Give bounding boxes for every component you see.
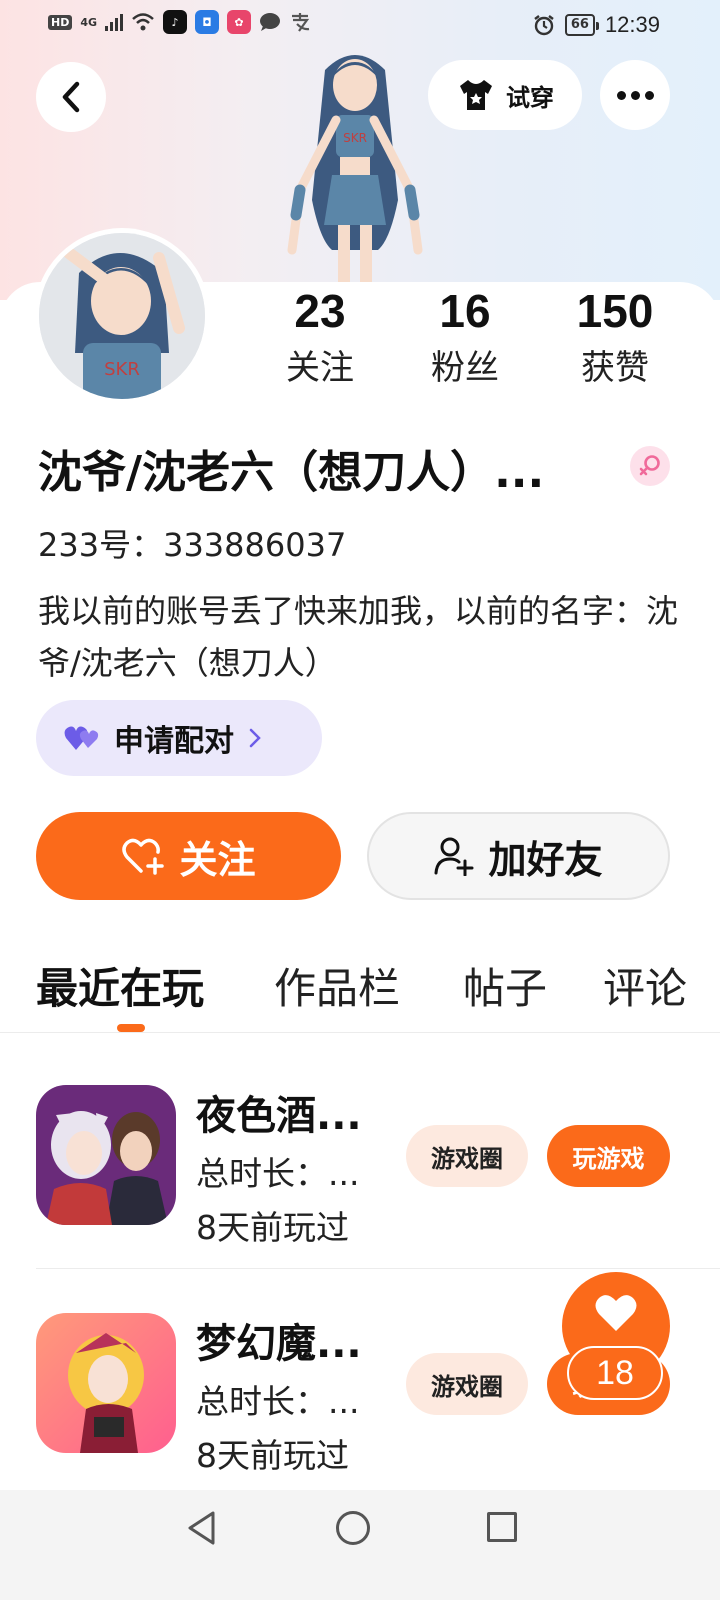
svg-text:SKR: SKR bbox=[104, 359, 140, 380]
nav-back-icon[interactable] bbox=[185, 1510, 219, 1546]
stat-label: 关注 bbox=[286, 348, 354, 388]
tab-divider bbox=[0, 1032, 720, 1033]
stat-label: 获赞 bbox=[581, 348, 649, 388]
clock: 12:39 bbox=[604, 12, 660, 37]
play-game-button[interactable]: 玩游戏 bbox=[547, 1125, 670, 1187]
tiktok-icon: ♪ bbox=[163, 10, 188, 34]
game-last-played: 8天前玩过 bbox=[196, 1436, 349, 1475]
tab-comments[interactable]: 评论 bbox=[603, 955, 687, 1016]
stat-value: 150 bbox=[576, 285, 654, 337]
game-circle-button[interactable]: 游戏圈 bbox=[406, 1353, 528, 1415]
svg-text:SKR: SKR bbox=[343, 131, 367, 145]
profile-bio: 我以前的账号丢了快来加我，以前的名字：沈爷/沈老六（想刀人） bbox=[38, 592, 679, 682]
add-friend-button[interactable]: 加好友 bbox=[367, 812, 670, 900]
stat-value: 23 bbox=[294, 285, 346, 337]
alipay-icon bbox=[292, 13, 310, 32]
app-icon: ✿ bbox=[227, 10, 252, 34]
list-divider bbox=[36, 1268, 720, 1269]
avatar-3d-figure: SKR bbox=[287, 55, 423, 285]
follow-button[interactable]: 关注 bbox=[36, 812, 341, 900]
chevron-right-icon bbox=[249, 728, 261, 748]
status-left: HD 4G ♪ ◘ ✿ bbox=[48, 10, 311, 34]
game-icon[interactable] bbox=[36, 1085, 176, 1225]
stat-label: 粉丝 bbox=[431, 348, 499, 388]
nav-recent-apps-icon[interactable] bbox=[487, 1512, 517, 1542]
stat-likes[interactable]: 150 获赞 bbox=[540, 286, 690, 388]
stat-following[interactable]: 23 关注 bbox=[250, 286, 390, 388]
avatar-image: SKR bbox=[39, 233, 205, 399]
nav-home-icon[interactable] bbox=[336, 1511, 370, 1545]
tab-works[interactable]: 作品栏 bbox=[274, 955, 400, 1016]
system-nav-bar bbox=[0, 1490, 720, 1600]
stat-followers[interactable]: 16 粉丝 bbox=[390, 286, 540, 388]
request-pair-label: 申请配对 bbox=[114, 724, 234, 759]
back-button[interactable] bbox=[36, 62, 106, 132]
heart-icon bbox=[595, 1295, 637, 1331]
stat-value: 16 bbox=[439, 285, 491, 337]
try-on-button[interactable]: 试穿 bbox=[428, 60, 582, 130]
more-dot-icon bbox=[630, 90, 640, 100]
message-icon bbox=[260, 13, 281, 31]
tshirt-icon bbox=[460, 80, 492, 110]
tab-active-indicator bbox=[117, 1024, 145, 1032]
network-type: HD bbox=[48, 14, 73, 30]
female-symbol-icon bbox=[639, 455, 660, 476]
like-count-badge: 18 bbox=[567, 1346, 663, 1400]
game-duration: 总时长：... bbox=[196, 1382, 360, 1421]
battery-indicator: 66 bbox=[564, 14, 600, 36]
heart-plus-icon bbox=[122, 838, 165, 875]
status-right: 66 12:39 bbox=[533, 12, 660, 38]
list-item[interactable]: 夜色酒... 总时长：... 8天前玩过 游戏圈 玩游戏 bbox=[36, 1085, 684, 1255]
tab-posts[interactable]: 帖子 bbox=[463, 955, 547, 1016]
game-icon[interactable] bbox=[36, 1313, 176, 1453]
wifi-icon bbox=[132, 13, 154, 31]
taobao-icon: ◘ bbox=[195, 10, 220, 34]
game-circle-button[interactable]: 游戏圈 bbox=[406, 1125, 528, 1187]
add-friend-label: 加好友 bbox=[488, 837, 603, 882]
profile-name: 沈爷/沈老六（想刀人）... bbox=[38, 447, 545, 498]
hearts-icon bbox=[64, 726, 99, 750]
alarm-icon bbox=[534, 15, 554, 36]
game-duration: 总时长：... bbox=[196, 1154, 360, 1193]
avatar-picture: SKR bbox=[39, 233, 205, 399]
request-pair-button[interactable]: 申请配对 bbox=[36, 700, 322, 776]
chevron-left-icon bbox=[62, 81, 80, 113]
game-last-played: 8天前玩过 bbox=[196, 1208, 349, 1247]
game-title: 梦幻魔... bbox=[196, 1321, 362, 1367]
profile-tabs: 最近在玩 作品栏 帖子 评论 bbox=[36, 955, 720, 1025]
avatar[interactable]: SKR bbox=[34, 228, 210, 404]
tab-recent[interactable]: 最近在玩 bbox=[36, 955, 204, 1016]
add-person-icon bbox=[434, 837, 474, 876]
more-dot-icon bbox=[616, 90, 626, 100]
game-icon-image bbox=[36, 1085, 176, 1225]
try-on-label: 试穿 bbox=[506, 83, 554, 112]
more-options-button[interactable] bbox=[600, 60, 670, 130]
more-dot-icon bbox=[644, 90, 654, 100]
signal-type: 4G bbox=[80, 15, 98, 29]
female-gender-icon bbox=[630, 446, 670, 486]
profile-stats: 23 关注 16 粉丝 150 获赞 bbox=[250, 286, 690, 388]
game-title: 夜色酒... bbox=[196, 1093, 362, 1139]
game-icon-image bbox=[36, 1313, 176, 1453]
signal-icon bbox=[105, 13, 124, 31]
follow-label: 关注 bbox=[179, 837, 256, 882]
user-id: 233号：333886037 bbox=[38, 526, 347, 564]
